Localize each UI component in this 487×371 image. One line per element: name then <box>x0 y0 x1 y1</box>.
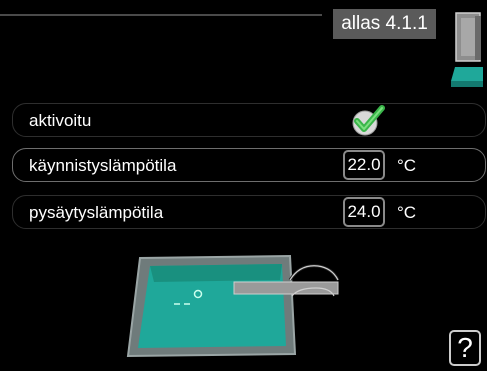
activated-label: aktivoitu <box>29 111 92 130</box>
start-temperature-value[interactable]: 22.0 <box>343 150 385 180</box>
help-button[interactable]: ? <box>449 330 481 366</box>
activated-row[interactable]: aktivoitu <box>12 103 486 137</box>
stop-temperature-label: pysäytyslämpötila <box>29 203 164 222</box>
start-temperature-row[interactable]: käynnistyslämpötila 22.0 °C <box>12 148 486 182</box>
stop-temperature-row[interactable]: pysäytyslämpötila 24.0 °C <box>12 195 486 229</box>
menu-tab-icon <box>451 67 483 87</box>
header-divider <box>0 14 322 16</box>
start-temperature-label: käynnistyslämpötila <box>29 156 177 175</box>
pool-illustration <box>126 254 340 358</box>
stop-temperature-value[interactable]: 24.0 <box>343 197 385 227</box>
menu-code-label: allas 4.1.1 <box>333 9 436 39</box>
start-temperature-unit: °C <box>397 156 417 175</box>
heat-pump-icon <box>455 12 481 62</box>
checkmark-icon[interactable] <box>351 105 385 137</box>
stop-temperature-unit: °C <box>397 203 417 222</box>
